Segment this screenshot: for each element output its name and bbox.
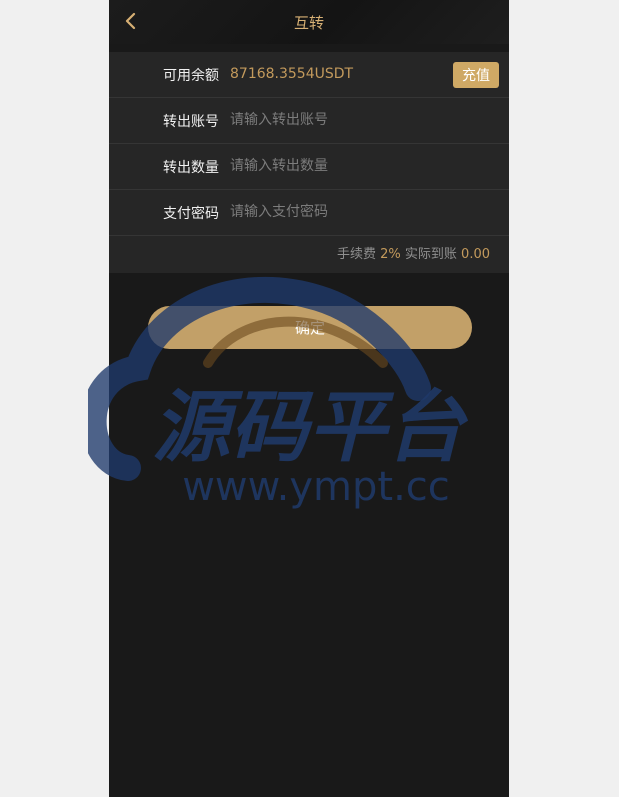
account-input[interactable] (226, 106, 504, 134)
password-label: 支付密码 (163, 206, 219, 222)
balance-label: 可用余额 (163, 68, 219, 84)
header-bar: 互转 (109, 0, 509, 44)
page-title: 互转 (293, 14, 324, 32)
transfer-form: 可用余额 87168.3554USDT 充值 转出账号 转出数量 支付密码 手续… (109, 52, 509, 273)
phone-screen: 互转 可用余额 87168.3554USDT 充值 转出账号 转出数量 支付密码… (109, 0, 509, 797)
recharge-button[interactable]: 充值 (453, 62, 499, 88)
amount-input[interactable] (226, 152, 504, 180)
actual-label: 实际到账 (404, 247, 457, 262)
account-label: 转出账号 (163, 114, 219, 130)
actual-value: 0.00 (461, 247, 490, 262)
balance-row: 可用余额 87168.3554USDT 充值 (109, 52, 509, 98)
confirm-button[interactable]: 确定 (148, 306, 472, 349)
amount-row: 转出数量 (109, 144, 509, 190)
password-input[interactable] (226, 198, 504, 226)
fee-row: 手续费 2% 实际到账 0.00 (109, 236, 509, 273)
password-row: 支付密码 (109, 190, 509, 236)
balance-value: 87168.3554USDT (230, 66, 354, 82)
fee-value: 2% (380, 247, 401, 262)
amount-label: 转出数量 (163, 160, 219, 176)
fee-label: 手续费 (336, 247, 376, 262)
account-row: 转出账号 (109, 98, 509, 144)
